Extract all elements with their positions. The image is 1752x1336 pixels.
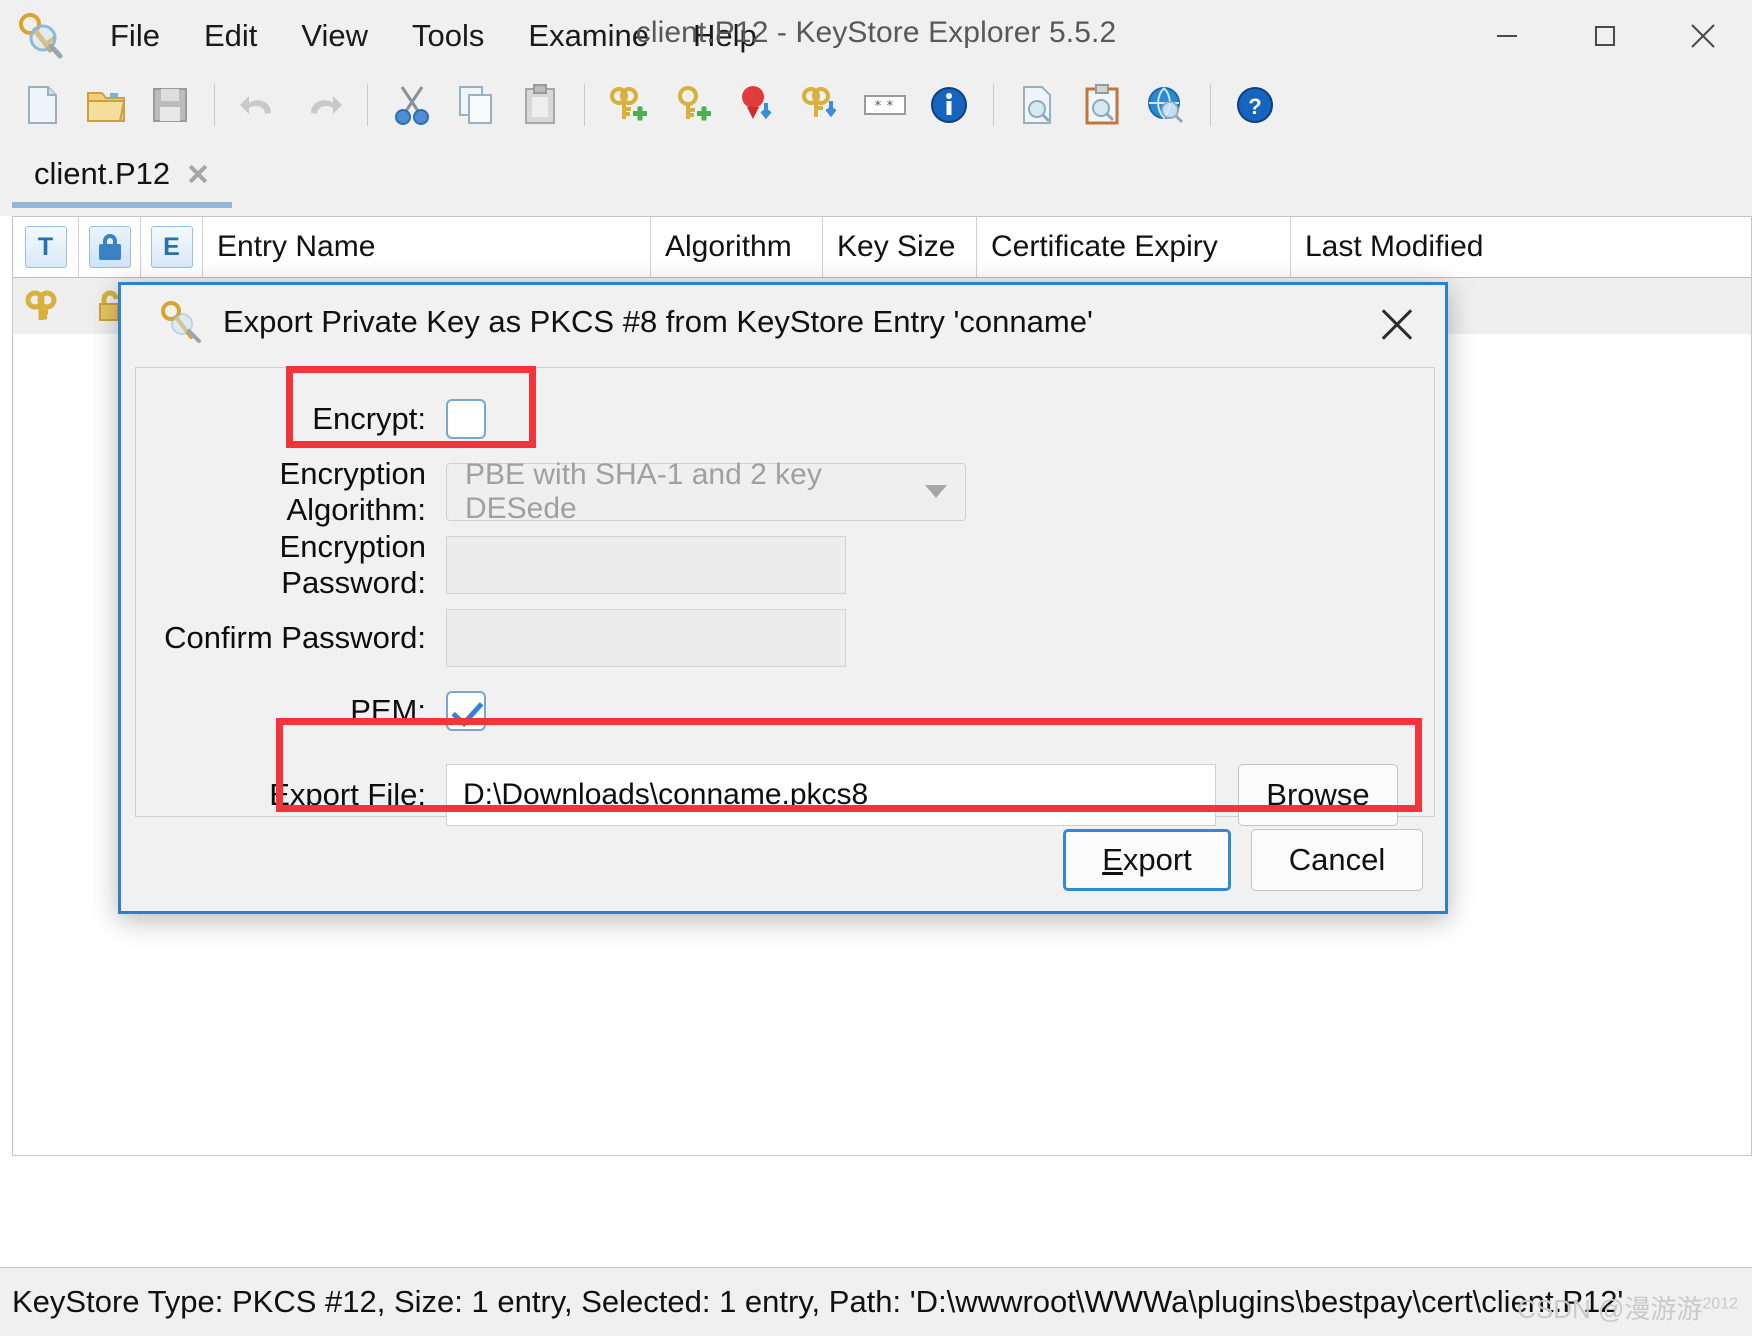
import-key-pair-icon[interactable]	[793, 77, 849, 133]
separator-2	[367, 84, 368, 126]
confirm-password-input[interactable]	[446, 609, 846, 667]
export-file-label: Export File:	[136, 777, 446, 813]
table-header-row: T E Entry Name Algorithm Key Size Certif…	[13, 217, 1751, 278]
confirm-password-label: Confirm Password:	[136, 620, 446, 656]
export-mnemonic: E	[1102, 842, 1123, 878]
column-header-key-size[interactable]: Key Size	[823, 217, 977, 277]
svg-text:?: ?	[1248, 94, 1261, 119]
menu-item-tools[interactable]: Tools	[390, 12, 506, 60]
menu-item-edit[interactable]: Edit	[182, 12, 279, 60]
generate-secret-key-icon[interactable]	[665, 77, 721, 133]
keystore-properties-icon[interactable]	[921, 77, 977, 133]
cancel-button[interactable]: Cancel	[1251, 829, 1423, 891]
help-icon[interactable]: ?	[1227, 77, 1283, 133]
tab-strip: client.P12	[0, 138, 1752, 216]
examine-clipboard-icon[interactable]	[1074, 77, 1130, 133]
redo-icon	[295, 77, 351, 133]
browse-rest: rowse	[1287, 777, 1370, 813]
copy-icon[interactable]	[448, 77, 504, 133]
encrypt-checkbox[interactable]	[446, 399, 486, 439]
examine-file-icon[interactable]	[1010, 77, 1066, 133]
encryption-password-label: Encryption Password:	[136, 529, 446, 601]
window-controls	[1458, 0, 1752, 72]
row-confirm-password: Confirm Password:	[136, 601, 1434, 674]
menu-item-help[interactable]: Help	[671, 12, 779, 60]
row-pem: PEM:	[136, 674, 1434, 747]
separator-3	[584, 84, 585, 126]
lock-column-icon	[89, 226, 131, 268]
menu-bar: File Edit View Tools Examine Help	[88, 12, 779, 60]
export-rest: xport	[1123, 842, 1192, 878]
chevron-down-icon	[925, 485, 947, 498]
menu-item-view[interactable]: View	[279, 12, 390, 60]
separator-1	[214, 84, 215, 126]
set-password-icon[interactable]: * *	[857, 77, 913, 133]
pem-checkbox[interactable]	[446, 691, 486, 731]
paste-icon	[512, 77, 568, 133]
close-icon[interactable]	[1375, 303, 1419, 347]
close-button[interactable]	[1654, 0, 1752, 72]
row-encryption-algorithm: Encryption Algorithm: PBE with SHA-1 and…	[136, 455, 1434, 528]
column-header-certificate-expiry[interactable]: Certificate Expiry	[977, 217, 1291, 277]
minimize-button[interactable]	[1458, 0, 1556, 72]
maximize-button[interactable]	[1556, 0, 1654, 72]
tab-client-p12[interactable]: client.P12	[12, 146, 232, 208]
svg-text:*: *	[886, 99, 894, 114]
column-header-entry-name[interactable]: Entry Name	[203, 217, 651, 277]
column-header-expiry-status[interactable]: E	[141, 217, 203, 277]
dialog-form-panel: Encrypt: Encryption Algorithm: PBE with …	[135, 367, 1435, 817]
close-tab-icon[interactable]	[186, 162, 210, 186]
export-button[interactable]: Export	[1063, 829, 1231, 891]
toolbar: * *	[0, 72, 1752, 139]
encryption-algorithm-label: Encryption Algorithm:	[136, 456, 446, 528]
undo-icon	[231, 77, 287, 133]
browse-mnemonic: B	[1266, 777, 1287, 813]
import-trusted-certificate-icon[interactable]	[729, 77, 785, 133]
keystore-explorer-icon	[153, 297, 203, 347]
export-file-input[interactable]: D:\Downloads\conname.pkcs8	[446, 764, 1216, 826]
menu-item-file[interactable]: File	[88, 12, 182, 60]
row-key-pair-icon	[13, 289, 79, 323]
tab-label: client.P12	[34, 156, 170, 192]
encrypt-label: Encrypt:	[136, 401, 446, 437]
encryption-password-input[interactable]	[446, 536, 846, 594]
new-keystore-icon[interactable]	[14, 77, 70, 133]
window-titlebar: File Edit View Tools Examine Help client…	[0, 0, 1752, 72]
dialog-titlebar: Export Private Key as PKCS #8 from KeySt…	[121, 285, 1445, 359]
column-header-lock[interactable]	[79, 217, 141, 277]
expiry-column-icon: E	[151, 226, 193, 268]
examine-ssl-icon[interactable]	[1138, 77, 1194, 133]
open-keystore-icon[interactable]	[78, 77, 134, 133]
browse-button[interactable]: Browse	[1238, 764, 1398, 826]
save-keystore-icon[interactable]	[142, 77, 198, 133]
row-encryption-password: Encryption Password:	[136, 528, 1434, 601]
separator-5	[1210, 84, 1211, 126]
generate-key-pair-icon[interactable]	[601, 77, 657, 133]
row-encrypt: Encrypt:	[136, 382, 1434, 455]
column-header-type[interactable]: T	[13, 217, 79, 277]
menu-item-examine[interactable]: Examine	[506, 12, 671, 60]
column-header-algorithm[interactable]: Algorithm	[651, 217, 823, 277]
column-header-last-modified[interactable]: Last Modified	[1291, 217, 1751, 277]
cut-icon[interactable]	[384, 77, 440, 133]
pem-label: PEM:	[136, 693, 446, 729]
type-column-icon: T	[25, 226, 67, 268]
status-text: KeyStore Type: PKCS #12, Size: 1 entry, …	[0, 1284, 1623, 1320]
encryption-algorithm-select[interactable]: PBE with SHA-1 and 2 key DESede	[446, 463, 966, 521]
export-private-key-dialog: Export Private Key as PKCS #8 from KeySt…	[118, 282, 1448, 914]
encryption-algorithm-value: PBE with SHA-1 and 2 key DESede	[465, 458, 925, 526]
status-bar: KeyStore Type: PKCS #12, Size: 1 entry, …	[0, 1267, 1752, 1336]
dialog-title: Export Private Key as PKCS #8 from KeySt…	[223, 304, 1093, 340]
dialog-action-buttons: Export Cancel	[1063, 829, 1423, 891]
keystore-explorer-icon	[10, 8, 66, 64]
separator-4	[993, 84, 994, 126]
svg-text:*: *	[874, 99, 882, 114]
